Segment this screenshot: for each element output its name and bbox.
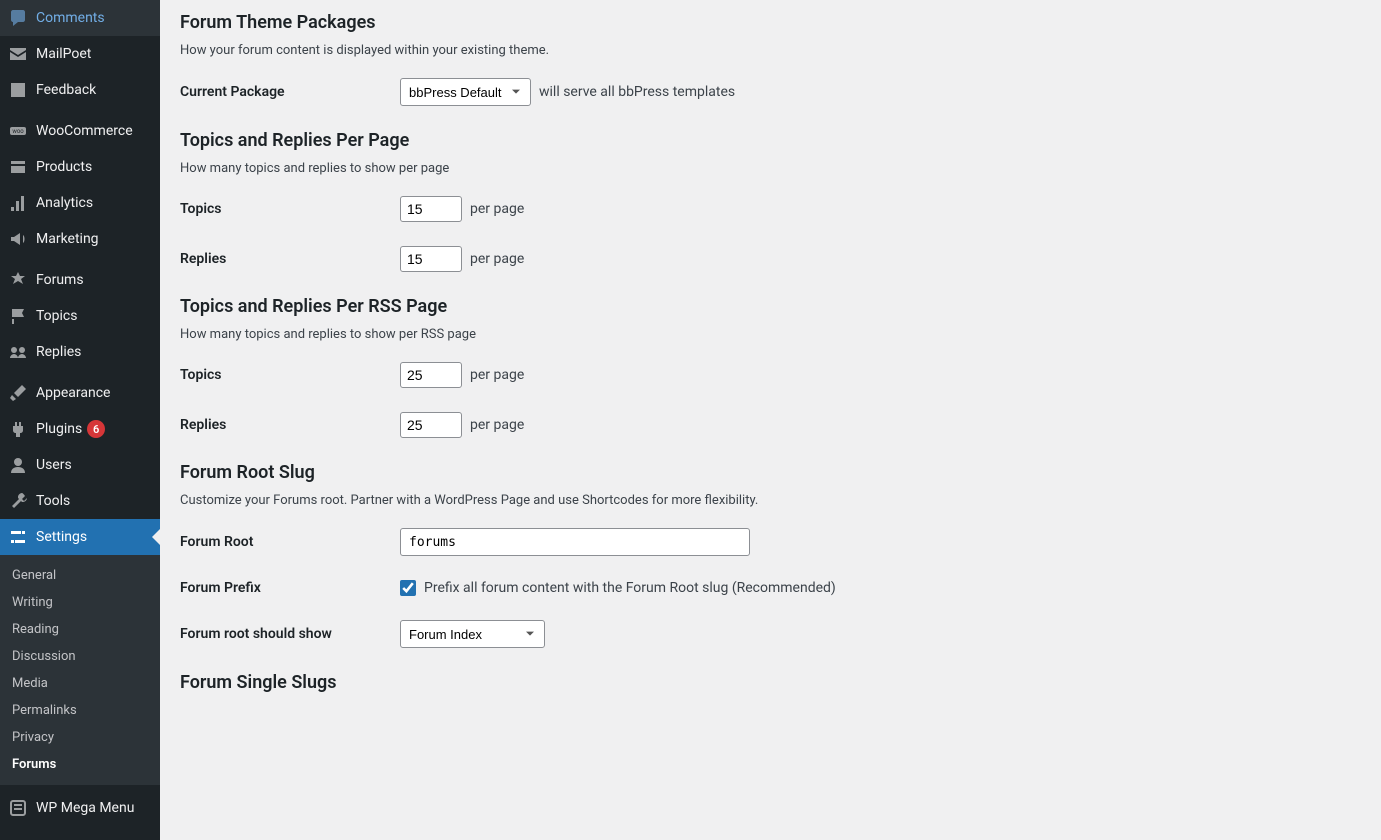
submenu-media[interactable]: Media xyxy=(0,670,160,697)
sidebar-item-label: Forums xyxy=(36,272,84,288)
sidebar-item-feedback[interactable]: Feedback xyxy=(0,72,160,108)
forums-icon xyxy=(8,270,28,290)
perpage-hint: per page xyxy=(470,367,524,383)
forum-prefix-checkbox-row[interactable]: Prefix all forum content with the Forum … xyxy=(400,580,836,596)
sidebar-item-label: Topics xyxy=(36,308,77,324)
sidebar-item-label: Users xyxy=(36,457,72,473)
sidebar-item-label: Replies xyxy=(36,344,81,360)
topics-rss-label: Topics xyxy=(180,367,400,383)
sidebar-item-topics[interactable]: Topics xyxy=(0,298,160,334)
replies-perpage-label: Replies xyxy=(180,251,400,267)
sidebar-item-label: Analytics xyxy=(36,195,93,211)
current-package-hint: will serve all bbPress templates xyxy=(539,84,735,100)
section-title-single: Forum Single Slugs xyxy=(180,672,1361,693)
comment-icon xyxy=(8,8,28,28)
svg-text:woo: woo xyxy=(12,128,24,135)
section-title-theme: Forum Theme Packages xyxy=(180,12,1361,33)
products-icon xyxy=(8,157,28,177)
topics-perpage-input[interactable] xyxy=(400,196,462,222)
settings-content: Forum Theme Packages How your forum cont… xyxy=(160,0,1381,840)
sidebar-item-comments[interactable]: Comments xyxy=(0,0,160,36)
perpage-hint: per page xyxy=(470,417,524,433)
perpage-hint: per page xyxy=(470,201,524,217)
submenu-writing[interactable]: Writing xyxy=(0,589,160,616)
sidebar-item-forums[interactable]: Forums xyxy=(0,262,160,298)
sidebar-item-users[interactable]: Users xyxy=(0,447,160,483)
sidebar-item-tools[interactable]: Tools xyxy=(0,483,160,519)
sidebar-item-label: MailPoet xyxy=(36,46,91,62)
submenu-privacy[interactable]: Privacy xyxy=(0,724,160,751)
feedback-icon xyxy=(8,80,28,100)
forum-root-label: Forum Root xyxy=(180,534,400,550)
sidebar-item-label: Comments xyxy=(36,10,105,26)
replies-rss-label: Replies xyxy=(180,417,400,433)
sidebar-item-replies[interactable]: Replies xyxy=(0,334,160,370)
user-icon xyxy=(8,455,28,475)
perpage-hint: per page xyxy=(470,251,524,267)
forum-root-input[interactable] xyxy=(400,528,750,556)
section-title-perpage: Topics and Replies Per Page xyxy=(180,130,1361,151)
sidebar-item-label: Marketing xyxy=(36,231,99,247)
update-badge: 6 xyxy=(87,420,105,438)
sidebar-item-label: Settings xyxy=(36,529,87,545)
sidebar-item-marketing[interactable]: Marketing xyxy=(0,221,160,257)
submenu-discussion[interactable]: Discussion xyxy=(0,643,160,670)
submenu-reading[interactable]: Reading xyxy=(0,616,160,643)
sidebar-item-analytics[interactable]: Analytics xyxy=(0,185,160,221)
topics-rss-input[interactable] xyxy=(400,362,462,388)
submenu-general[interactable]: General xyxy=(0,562,160,589)
sidebar-item-label: WP Mega Menu xyxy=(36,800,134,816)
sidebar-item-label: Plugins xyxy=(36,421,82,437)
replies-icon xyxy=(8,342,28,362)
sidebar-item-plugins[interactable]: Plugins 6 xyxy=(0,411,160,447)
sidebar-item-label: Products xyxy=(36,159,92,175)
analytics-icon xyxy=(8,193,28,213)
topics-icon xyxy=(8,306,28,326)
topics-perpage-label: Topics xyxy=(180,201,400,217)
forum-root-show-select[interactable]: Forum Index xyxy=(400,620,545,648)
sidebar-item-label: Feedback xyxy=(36,82,96,98)
replies-rss-input[interactable] xyxy=(400,412,462,438)
sidebar-item-label: Tools xyxy=(36,493,70,509)
admin-sidebar: Comments MailPoet Feedback woo WooCommer… xyxy=(0,0,160,840)
woocommerce-icon: woo xyxy=(8,121,28,141)
submenu-permalinks[interactable]: Permalinks xyxy=(0,697,160,724)
plugin-icon xyxy=(8,419,28,439)
sidebar-item-mailpoet[interactable]: MailPoet xyxy=(0,36,160,72)
sidebar-item-settings[interactable]: Settings xyxy=(0,519,160,555)
megamenu-icon xyxy=(8,798,28,818)
brush-icon xyxy=(8,383,28,403)
settings-icon xyxy=(8,527,28,547)
section-desc-perpage: How many topics and replies to show per … xyxy=(180,161,1361,176)
megaphone-icon xyxy=(8,229,28,249)
section-desc-rss: How many topics and replies to show per … xyxy=(180,327,1361,342)
sidebar-item-products[interactable]: Products xyxy=(0,149,160,185)
replies-perpage-input[interactable] xyxy=(400,246,462,272)
forum-prefix-checkbox[interactable] xyxy=(400,580,416,596)
sidebar-item-label: WooCommerce xyxy=(36,123,133,139)
section-title-root: Forum Root Slug xyxy=(180,462,1361,483)
section-desc-theme: How your forum content is displayed with… xyxy=(180,43,1361,58)
forum-prefix-label: Forum Prefix xyxy=(180,580,400,596)
current-package-label: Current Package xyxy=(180,84,400,100)
section-title-rss: Topics and Replies Per RSS Page xyxy=(180,296,1361,317)
forum-root-show-label: Forum root should show xyxy=(180,626,400,642)
sidebar-item-appearance[interactable]: Appearance xyxy=(0,375,160,411)
sidebar-item-label: Appearance xyxy=(36,385,110,401)
settings-submenu: General Writing Reading Discussion Media… xyxy=(0,555,160,785)
submenu-forums[interactable]: Forums xyxy=(0,751,160,778)
wrench-icon xyxy=(8,491,28,511)
section-desc-root: Customize your Forums root. Partner with… xyxy=(180,493,1361,508)
sidebar-item-woocommerce[interactable]: woo WooCommerce xyxy=(0,113,160,149)
current-package-select[interactable]: bbPress Default xyxy=(400,78,531,106)
mailpoet-icon xyxy=(8,44,28,64)
forum-prefix-text: Prefix all forum content with the Forum … xyxy=(424,580,836,596)
sidebar-item-wpmegamenu[interactable]: WP Mega Menu xyxy=(0,790,160,826)
